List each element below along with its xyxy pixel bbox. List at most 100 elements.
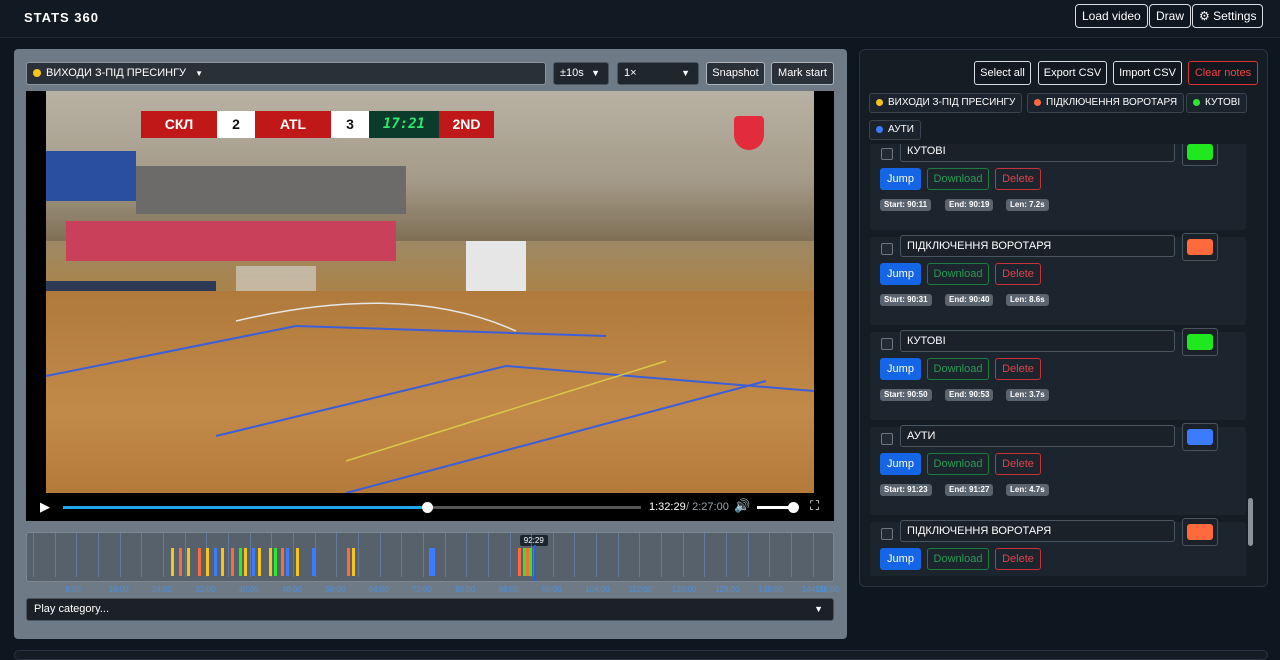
clip-name-input[interactable]: КУТОВІ <box>900 144 1175 162</box>
gear-icon: ⚙ <box>1199 9 1210 23</box>
clip-length-badge: Len: 4.7s <box>1006 484 1049 496</box>
clip-color-swatch <box>1187 334 1213 350</box>
clip-checkbox[interactable] <box>881 433 893 445</box>
clip-checkbox[interactable] <box>881 528 893 540</box>
clip-checkbox[interactable] <box>881 148 893 160</box>
import-csv-button[interactable]: Import CSV <box>1113 61 1182 85</box>
download-button[interactable]: Download <box>927 453 989 475</box>
timeline-label: 120:00 <box>671 585 697 594</box>
timeline-labels: 8:00 16:00 24:00 32:00 40:00 48:00 56:00 64:00 7… <box>26 532 839 602</box>
seek-thumb[interactable] <box>421 502 433 513</box>
chip-color-dot <box>1193 98 1200 106</box>
player-panel: ВИХОДИ З-ПІД ПРЕСИНГУ ▼ ±10s ▼ 1× ▼ Snapsh… <box>14 49 847 639</box>
clear-notes-button[interactable]: Clear notes <box>1188 61 1258 85</box>
video-controls: ▶ 1:32:29 / 2:27:00 🔊 ⛶ <box>26 493 834 521</box>
clip-start-badge: Start: 91:23 <box>880 484 932 496</box>
clip-end-badge: End: 90:19 <box>945 199 994 211</box>
volume-thumb[interactable] <box>788 502 799 513</box>
snapshot-button[interactable]: Snapshot <box>706 62 765 85</box>
clip-color-picker[interactable] <box>1182 233 1218 261</box>
draw-button[interactable]: Draw <box>1149 4 1192 28</box>
skip-select[interactable]: ±10s ▼ <box>553 62 609 85</box>
chip-color-dot <box>876 98 883 106</box>
timeline-label: 16:00 <box>108 585 129 594</box>
chip-label: ВИХОДИ З-ПІД ПРЕСИНГУ <box>888 97 1016 108</box>
speed-select[interactable]: 1× ▼ <box>617 62 699 85</box>
speed-label: 1× <box>624 67 637 79</box>
top-bar: STATS 360 Load video Draw ⚙ Settings <box>0 0 1280 38</box>
court-lines <box>46 302 814 493</box>
clip-card: КУТОВІ Jump Download Delete Start: 90:11 End:… <box>870 144 1246 230</box>
timeline-label: 128:00 <box>715 585 740 594</box>
fullscreen-icon[interactable]: ⛶ <box>810 498 819 514</box>
clip-color-picker[interactable] <box>1182 518 1218 546</box>
clip-color-picker[interactable] <box>1182 423 1218 451</box>
clip-name-input[interactable]: ПІДКЛЮЧЕННЯ ВОРОТАРЯ <box>900 235 1175 257</box>
clip-end-badge: End: 90:40 <box>945 294 994 306</box>
clip-end-badge: End: 91:27 <box>945 484 994 496</box>
delete-button[interactable]: Delete <box>995 548 1041 570</box>
jump-button[interactable]: Jump <box>880 263 921 285</box>
away-score: 3 <box>331 111 369 138</box>
play-category-select[interactable]: Play category... ▼ <box>26 598 834 621</box>
mark-start-button[interactable]: Mark start <box>771 62 834 85</box>
jump-button[interactable]: Jump <box>880 548 921 570</box>
category-color-dot <box>33 69 41 78</box>
clip-end-badge: End: 90:53 <box>945 389 994 401</box>
category-chip[interactable]: ПІДКЛЮЧЕННЯ ВОРОТАРЯ <box>1027 93 1185 113</box>
category-chip[interactable]: КУТОВІ <box>1186 93 1248 113</box>
volume-slider[interactable] <box>757 502 799 513</box>
chip-label: ПІДКЛЮЧЕННЯ ВОРОТАРЯ <box>1046 97 1178 108</box>
clip-card: ПІДКЛЮЧЕННЯ ВОРОТАРЯ Jump Download Delete <box>870 518 1246 576</box>
category-chip[interactable]: ВИХОДИ З-ПІД ПРЕСИНГУ <box>869 93 1023 113</box>
select-all-button[interactable]: Select all <box>974 61 1031 85</box>
timeline-label: 136:00 <box>758 585 783 594</box>
settings-button[interactable]: ⚙ Settings <box>1192 4 1264 28</box>
delete-button[interactable]: Delete <box>995 453 1041 475</box>
clip-length-badge: Len: 3.7s <box>1006 389 1049 401</box>
download-button[interactable]: Download <box>927 263 989 285</box>
skip-label: ±10s <box>560 67 584 79</box>
timeline-label: 96:00 <box>541 585 562 594</box>
volume-icon[interactable]: 🔊 <box>734 498 750 514</box>
delete-button[interactable]: Delete <box>995 168 1041 190</box>
clip-name-input[interactable]: ПІДКЛЮЧЕННЯ ВОРОТАРЯ <box>900 520 1175 542</box>
seek-bar[interactable] <box>63 502 641 513</box>
timeline-label: 24:00 <box>151 585 172 594</box>
category-chip[interactable]: АУТИ <box>869 120 921 140</box>
clip-color-swatch <box>1187 239 1213 255</box>
period: 2ND <box>439 111 494 138</box>
clip-checkbox[interactable] <box>881 338 893 350</box>
export-csv-button[interactable]: Export CSV <box>1038 61 1107 85</box>
clip-list-scrollbar[interactable] <box>1248 498 1253 546</box>
play-icon[interactable]: ▶ <box>40 499 50 515</box>
jump-button[interactable]: Jump <box>880 358 921 380</box>
delete-button[interactable]: Delete <box>995 263 1041 285</box>
clip-color-picker[interactable] <box>1182 328 1218 356</box>
club-logo <box>734 116 764 150</box>
clip-checkbox[interactable] <box>881 243 893 255</box>
clip-card: КУТОВІ Jump Download Delete Start: 90:50 End:… <box>870 328 1246 420</box>
seek-progress <box>63 506 427 509</box>
total-time: / 2:27:00 <box>686 501 729 513</box>
download-button[interactable]: Download <box>927 358 989 380</box>
timeline-label: 88:00 <box>498 585 519 594</box>
video-player[interactable]: СКЛ 2 ATL 3 17:21 2ND ▶ 1:32:29 / 2:27:0… <box>26 91 834 521</box>
chevron-down-icon: ▼ <box>814 604 823 614</box>
jump-button[interactable]: Jump <box>880 453 921 475</box>
download-button[interactable]: Download <box>927 548 989 570</box>
delete-button[interactable]: Delete <box>995 358 1041 380</box>
jump-button[interactable]: Jump <box>880 168 921 190</box>
timeline-label: 112:00 <box>628 585 653 594</box>
load-video-button[interactable]: Load video <box>1075 4 1148 28</box>
clip-color-picker[interactable] <box>1182 144 1218 166</box>
download-button[interactable]: Download <box>927 168 989 190</box>
clip-name-input[interactable]: КУТОВІ <box>900 330 1175 352</box>
chip-label: АУТИ <box>888 124 914 135</box>
category-select[interactable]: ВИХОДИ З-ПІД ПРЕСИНГУ ▼ <box>26 62 546 85</box>
settings-label: Settings <box>1213 9 1257 23</box>
clip-card: ПІДКЛЮЧЕННЯ ВОРОТАРЯ Jump Download Delete St… <box>870 233 1246 325</box>
clip-name-input[interactable]: АУТИ <box>900 425 1175 447</box>
current-time: 1:32:29 <box>649 501 686 513</box>
clip-start-badge: Start: 90:11 <box>880 199 932 211</box>
